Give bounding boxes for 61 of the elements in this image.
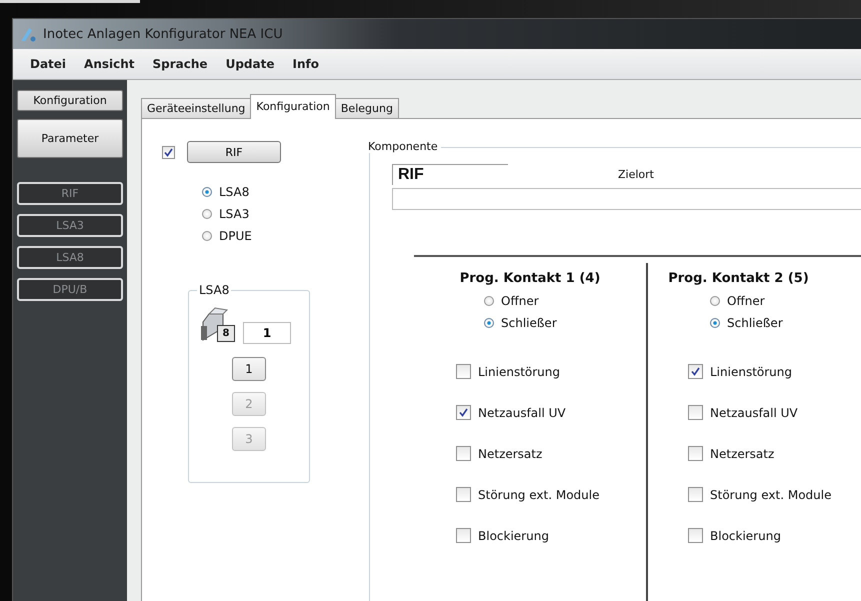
radio-label: LSA3 [219,207,250,221]
checkbox[interactable] [688,487,703,502]
radio-button[interactable] [484,296,494,306]
window-title: Inotec Anlagen Konfigurator NEA ICU [43,26,283,42]
radio-button[interactable] [202,209,212,219]
radio-button[interactable] [484,318,494,328]
menu-item[interactable]: Sprache [146,55,215,73]
radio-label: Offner [727,294,765,308]
contact-heading: Prog. Kontakt 2 (5) [668,271,809,286]
radio-label: Offner [501,294,539,308]
menu-item[interactable]: Datei [23,55,74,73]
group-title: Komponente [368,140,441,153]
sidebar-item[interactable]: RIF [17,182,123,205]
tab[interactable]: Geräteeinstellung [141,98,252,118]
radio-button[interactable] [710,318,720,328]
checkbox[interactable] [456,364,471,379]
number-button[interactable]: 1 [232,357,266,381]
number-field[interactable]: 1 [243,322,291,344]
sidebar-button[interactable]: Parameter [17,119,123,158]
menu-item[interactable]: Info [285,55,326,73]
input-field[interactable] [392,188,861,210]
checkbox[interactable] [688,405,703,420]
sidebar-item[interactable]: DPU/B [17,278,123,301]
checkbox-label: Blockierung [710,528,781,542]
tab[interactable]: Konfiguration [250,94,336,119]
radio-label: Schließer [501,316,557,330]
checkbox-label: Blockierung [478,528,549,542]
component-name: RIF [392,164,508,185]
radio-label: LSA8 [219,185,250,199]
radio-label: DPUE [219,229,252,243]
checkbox[interactable] [688,528,703,543]
sidebar-item[interactable]: LSA8 [17,246,123,269]
radio-label: Schließer [727,316,783,330]
checkbox[interactable] [456,528,471,543]
checkbox[interactable] [456,405,471,420]
radio-button[interactable] [202,231,212,241]
sidebar-item[interactable]: LSA3 [17,214,123,237]
checkbox[interactable] [456,446,471,461]
checkbox[interactable] [688,364,703,379]
checkbox-label: Netzersatz [478,446,542,460]
tab[interactable]: Belegung [334,98,399,118]
checkbox-label: Netzausfall UV [478,406,566,420]
menu-item[interactable]: Update [218,55,282,73]
checkbox-label: Linienstörung [478,364,560,378]
checkbox-label: Störung ext. Module [710,488,832,502]
rif-button[interactable]: RIF [187,141,281,163]
group-title: LSA8 [197,283,232,297]
field-label: Zielort [618,168,654,183]
sidebar-button[interactable]: Konfiguration [17,90,123,111]
contact-heading: Prog. Kontakt 1 (4) [460,271,600,286]
radio-button[interactable] [202,187,212,197]
checkbox-label: Störung ext. Module [478,488,600,502]
checkbox-label: Linienstörung [710,364,792,378]
app-icon [19,26,37,42]
checkbox[interactable] [162,146,175,158]
checkbox-label: Netzausfall UV [710,406,798,420]
checkbox[interactable] [456,487,471,502]
menu-item[interactable]: Ansicht [77,55,142,73]
checkbox[interactable] [688,446,703,461]
radio-button[interactable] [710,296,720,306]
checkbox-label: Netzersatz [710,446,774,460]
